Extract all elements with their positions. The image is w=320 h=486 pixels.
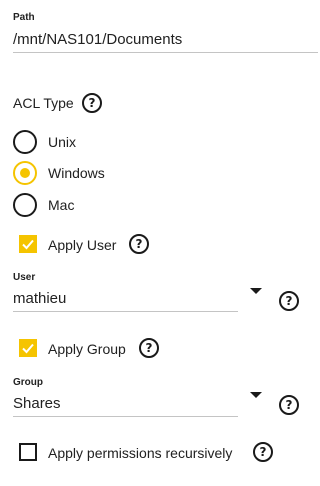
- user-help-icon[interactable]: ?: [279, 291, 299, 311]
- apply-user-label[interactable]: Apply User: [48, 237, 116, 253]
- radio-mac-label[interactable]: Mac: [48, 197, 74, 213]
- path-underline: [13, 52, 318, 53]
- radio-selected-dot: [20, 168, 30, 178]
- caret-down-icon[interactable]: [250, 288, 262, 294]
- radio-unix[interactable]: [13, 130, 37, 154]
- check-icon: [22, 343, 34, 354]
- user-underline: [13, 311, 238, 312]
- acl-type-label: ACL Type: [13, 95, 74, 111]
- path-label: Path: [13, 12, 35, 23]
- radio-windows[interactable]: [13, 161, 37, 185]
- caret-down-icon[interactable]: [250, 392, 262, 398]
- recursive-help-icon[interactable]: ?: [253, 442, 273, 462]
- acl-type-help-icon[interactable]: ?: [82, 93, 102, 113]
- user-label: User: [13, 272, 36, 283]
- radio-windows-label[interactable]: Windows: [48, 165, 105, 181]
- group-label: Group: [13, 377, 43, 388]
- recursive-checkbox[interactable]: [19, 443, 37, 461]
- radio-mac[interactable]: [13, 193, 37, 217]
- user-value[interactable]: mathieu: [13, 290, 66, 307]
- recursive-label[interactable]: Apply permissions recursively: [48, 445, 232, 461]
- apply-group-checkbox[interactable]: [19, 339, 37, 357]
- radio-unix-label[interactable]: Unix: [48, 134, 76, 150]
- check-icon: [22, 239, 34, 250]
- apply-user-help-icon[interactable]: ?: [129, 234, 149, 254]
- group-value[interactable]: Shares: [13, 395, 61, 412]
- path-value[interactable]: /mnt/NAS101/Documents: [13, 31, 182, 48]
- apply-group-label[interactable]: Apply Group: [48, 341, 126, 357]
- group-underline: [13, 416, 238, 417]
- apply-group-help-icon[interactable]: ?: [139, 338, 159, 358]
- apply-user-checkbox[interactable]: [19, 235, 37, 253]
- group-help-icon[interactable]: ?: [279, 395, 299, 415]
